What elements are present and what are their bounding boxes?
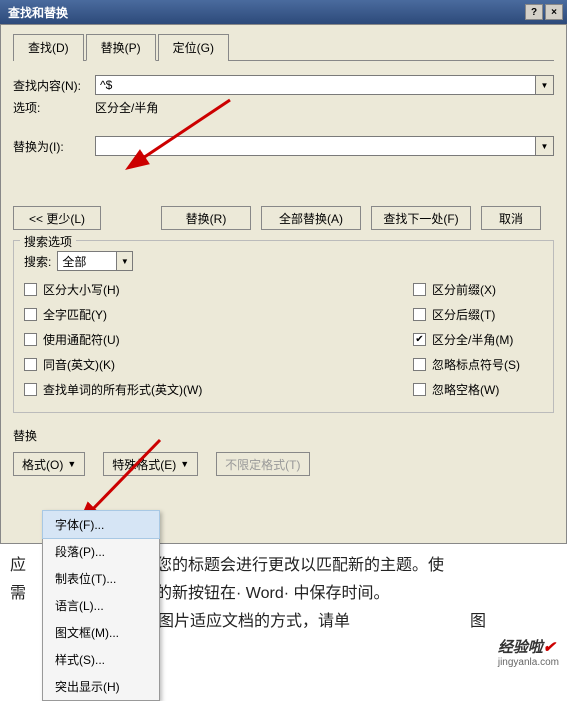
checkbox-icon <box>24 383 37 396</box>
search-options-fieldset: 搜索选项 搜索: 全部 ▼ 区分大小写(H) 全字匹配(Y) 使用通配符(U) … <box>13 240 554 413</box>
search-direction-dropdown[interactable]: ▼ <box>117 251 133 271</box>
replace-with-dropdown[interactable]: ▼ <box>536 136 554 156</box>
search-options-legend: 搜索选项 <box>20 233 76 250</box>
chevron-down-icon: ▼ <box>541 142 549 151</box>
check-sounds-like[interactable]: 同音(英文)(K) <box>24 356 413 373</box>
tab-goto[interactable]: 定位(G) <box>158 34 229 61</box>
menu-item-font[interactable]: 字体(F)... <box>42 510 160 539</box>
checkbox-icon <box>24 308 37 321</box>
checkbox-icon <box>24 358 37 371</box>
special-format-button[interactable]: 特殊格式(E)▼ <box>103 452 198 476</box>
check-whole-word[interactable]: 全字匹配(Y) <box>24 306 413 323</box>
search-direction-select[interactable]: 全部 <box>57 251 117 271</box>
checkbox-icon: ✔ <box>413 333 426 346</box>
replace-all-button[interactable]: 全部替换(A) <box>261 206 361 230</box>
format-button[interactable]: 格式(O)▼ <box>13 452 85 476</box>
dialog-body: 查找(D) 替换(P) 定位(G) 查找内容(N): ^$ ▼ 选项: 区分全/… <box>0 24 567 544</box>
checkbox-icon <box>413 358 426 371</box>
menu-item-tabs[interactable]: 制表位(T)... <box>43 565 159 592</box>
checkbox-icon <box>413 283 426 296</box>
chevron-down-icon: ▼ <box>541 81 549 90</box>
replace-with-input[interactable] <box>95 136 536 156</box>
titlebar: 查找和替换 ? × <box>0 0 567 24</box>
checkbox-col-left: 区分大小写(H) 全字匹配(Y) 使用通配符(U) 同音(英文)(K) 查找单词… <box>24 281 413 406</box>
check-ignore-space[interactable]: 忽略空格(W) <box>413 381 543 398</box>
checkbox-icon <box>413 383 426 396</box>
checkbox-grid: 区分大小写(H) 全字匹配(Y) 使用通配符(U) 同音(英文)(K) 查找单词… <box>24 281 543 406</box>
menu-item-language[interactable]: 语言(L)... <box>43 592 159 619</box>
checkbox-icon <box>24 333 37 346</box>
find-content-label: 查找内容(N): <box>13 77 95 94</box>
chevron-down-icon: ▼ <box>67 459 76 469</box>
format-dropdown-menu: 字体(F)... 段落(P)... 制表位(T)... 语言(L)... 图文框… <box>42 510 160 701</box>
replace-format-section: 替换 格式(O)▼ 特殊格式(E)▼ 不限定格式(T) <box>13 427 554 476</box>
button-row: << 更少(L) 替换(R) 全部替换(A) 查找下一处(F) 取消 <box>13 206 554 230</box>
chevron-down-icon: ▼ <box>180 459 189 469</box>
menu-item-style[interactable]: 样式(S)... <box>43 646 159 673</box>
replace-button[interactable]: 替换(R) <box>161 206 251 230</box>
tabs: 查找(D) 替换(P) 定位(G) <box>13 33 554 61</box>
check-fullwidth[interactable]: ✔区分全/半角(M) <box>413 331 543 348</box>
replace-with-label: 替换为(I): <box>13 138 95 155</box>
chevron-down-icon: ▼ <box>121 257 129 266</box>
checkbox-icon <box>24 283 37 296</box>
tab-replace[interactable]: 替换(P) <box>86 34 156 61</box>
help-button[interactable]: ? <box>525 4 543 20</box>
format-button-row: 格式(O)▼ 特殊格式(E)▼ 不限定格式(T) <box>13 452 554 476</box>
checkbox-icon <box>413 308 426 321</box>
menu-item-frame[interactable]: 图文框(M)... <box>43 619 159 646</box>
menu-item-highlight[interactable]: 突出显示(H) <box>43 673 159 700</box>
replace-with-row: 替换为(I): ▼ <box>13 136 554 156</box>
find-content-input[interactable]: ^$ <box>95 75 536 95</box>
checkbox-col-right: 区分前缀(X) 区分后缀(T) ✔区分全/半角(M) 忽略标点符号(S) 忽略空… <box>413 281 543 406</box>
find-content-row: 查找内容(N): ^$ ▼ <box>13 75 554 95</box>
check-icon: ✔ <box>543 639 556 656</box>
find-next-button[interactable]: 查找下一处(F) <box>371 206 471 230</box>
check-suffix[interactable]: 区分后缀(T) <box>413 306 543 323</box>
options-label: 选项: <box>13 99 95 116</box>
find-content-dropdown[interactable]: ▼ <box>536 75 554 95</box>
options-row: 选项: 区分全/半角 <box>13 99 554 116</box>
tab-find[interactable]: 查找(D) <box>13 34 84 61</box>
check-word-forms[interactable]: 查找单词的所有形式(英文)(W) <box>24 381 413 398</box>
check-match-case[interactable]: 区分大小写(H) <box>24 281 413 298</box>
dialog-title: 查找和替换 <box>4 4 523 21</box>
no-format-button[interactable]: 不限定格式(T) <box>216 452 309 476</box>
replace-format-legend: 替换 <box>13 427 554 444</box>
menu-item-paragraph[interactable]: 段落(P)... <box>43 538 159 565</box>
search-direction-label: 搜索: <box>24 253 51 270</box>
search-direction-row: 搜索: 全部 ▼ <box>24 251 543 271</box>
cancel-button[interactable]: 取消 <box>481 206 541 230</box>
check-prefix[interactable]: 区分前缀(X) <box>413 281 543 298</box>
close-button[interactable]: × <box>545 4 563 20</box>
options-value: 区分全/半角 <box>95 99 158 116</box>
check-ignore-punct[interactable]: 忽略标点符号(S) <box>413 356 543 373</box>
watermark: 经验啦✔ jingyanla.com <box>498 636 559 668</box>
check-wildcards[interactable]: 使用通配符(U) <box>24 331 413 348</box>
less-button[interactable]: << 更少(L) <box>13 206 101 230</box>
